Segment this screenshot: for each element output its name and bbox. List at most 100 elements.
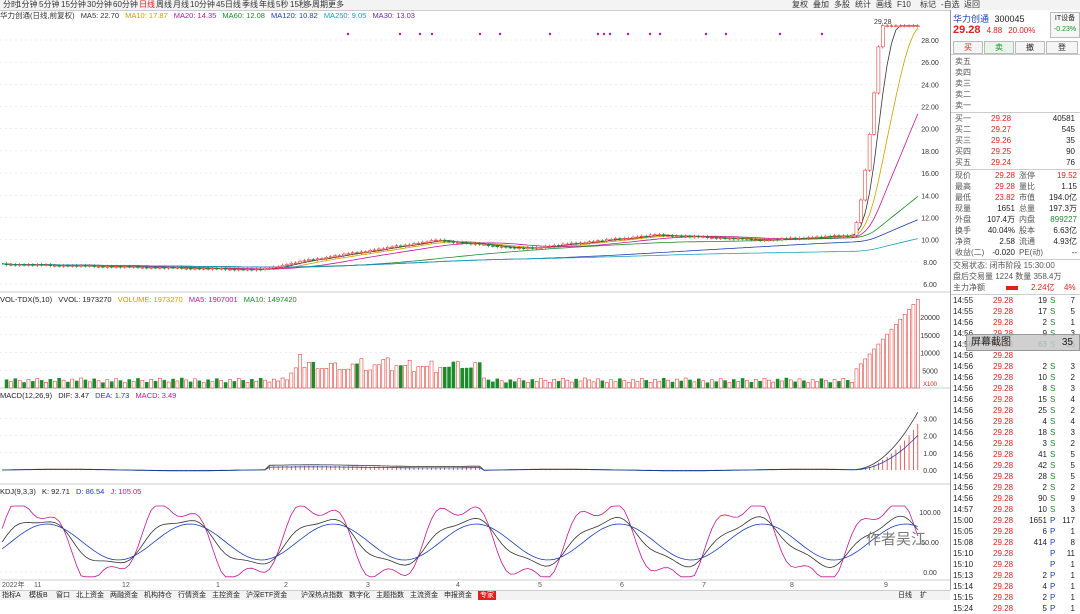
toolbar-tool[interactable]: F10 <box>897 0 911 10</box>
period-tab[interactable]: 60分钟 <box>113 0 138 10</box>
period-tab[interactable]: 月线 <box>173 0 189 10</box>
sell-button[interactable]: 卖 <box>984 41 1014 54</box>
toolbar-tool[interactable]: 多股 <box>834 0 850 10</box>
volume-bar <box>158 377 162 389</box>
signal-dot <box>704 32 708 36</box>
tick-price: 29.28 <box>993 439 1014 448</box>
volume-bar <box>548 382 552 389</box>
x-axis-label: 5 <box>538 582 542 589</box>
toolbar-tool[interactable]: 标记 <box>920 0 936 10</box>
candle-body <box>136 266 140 268</box>
candle-body <box>416 242 421 245</box>
buy-button[interactable]: 买 <box>953 41 983 54</box>
volume-bar <box>342 369 346 389</box>
x-axis-label: 11 <box>34 582 42 589</box>
volume-bar <box>583 377 587 389</box>
volume-bar <box>22 382 26 389</box>
period-tab[interactable]: 更多 <box>328 0 344 10</box>
candle-body <box>166 267 171 269</box>
candle-body <box>184 268 188 270</box>
tick-count: 7 <box>1070 296 1075 305</box>
bid-row[interactable]: 买二 29.27 545 <box>951 125 1080 135</box>
bid-row[interactable]: 买四 29.25 90 <box>951 147 1080 157</box>
login-button[interactable]: 登 <box>1046 41 1078 54</box>
tick-row: 15:05 29.28 6 P 1 <box>951 527 1080 537</box>
volume-bar <box>127 379 132 389</box>
candle-body <box>569 242 574 245</box>
toolbar-tool[interactable]: 画线 <box>876 0 892 10</box>
candle-body <box>399 245 403 247</box>
period-tab[interactable]: 10分钟 <box>190 0 215 10</box>
stock-name[interactable]: 华力创通 <box>953 14 989 24</box>
volume-bar <box>740 378 745 389</box>
volume-bar <box>644 380 648 389</box>
volume-bar <box>57 377 61 389</box>
volume-bar <box>250 379 254 389</box>
y-tick-label: 6.00 <box>923 282 937 289</box>
main-legend: 华力创通(日线,前复权) MA5: 22.70 MA10: 17.87 MA20… <box>0 11 419 21</box>
tick-row: 15:00 29.28 1651 P 117 <box>951 516 1080 526</box>
period-tab[interactable]: 5分钟 <box>39 0 59 10</box>
bid-row[interactable]: 买三 29.26 35 <box>951 136 1080 146</box>
toolbar-tool[interactable]: 复权 <box>792 0 808 10</box>
ask-row[interactable]: 卖五 <box>951 57 1080 67</box>
volume-bar <box>267 381 272 389</box>
bid-row[interactable]: 买一 29.28 40581 <box>951 114 1080 124</box>
tick-price: 29.28 <box>993 549 1014 558</box>
ma-line <box>2 219 918 268</box>
cancel-order-button[interactable]: 撤 <box>1015 41 1045 54</box>
volume-bar <box>574 378 578 389</box>
candle-body <box>280 264 285 267</box>
stat-label: 涨停 <box>1019 171 1035 180</box>
candle-body <box>767 239 771 241</box>
period-tab[interactable]: 周线 <box>156 0 172 10</box>
candle-body <box>223 268 228 270</box>
period-tab[interactable]: 季线 <box>242 0 258 10</box>
ask-row[interactable]: 卖三 <box>951 79 1080 89</box>
stat-value: 29.28 <box>994 171 1015 180</box>
period-tab[interactable]: 年线 <box>259 0 275 10</box>
volume-bar <box>372 364 377 389</box>
bid-row[interactable]: 买五 29.24 76 <box>951 158 1080 168</box>
volume-bar <box>863 358 868 389</box>
candle-body <box>889 25 894 27</box>
x-axis-label: 8 <box>790 582 794 589</box>
volume-bar <box>723 380 727 389</box>
candle-body <box>626 238 631 240</box>
candle-body <box>66 265 70 267</box>
candle-body <box>350 252 355 254</box>
signal-dot <box>498 32 502 36</box>
volume-bar <box>39 380 44 389</box>
period-tab[interactable]: 1分钟 <box>17 0 37 10</box>
period-tab[interactable]: 45日线 <box>216 0 241 10</box>
candle-body <box>578 242 583 244</box>
volume-bar <box>705 382 710 389</box>
ask-row[interactable]: 卖二 <box>951 90 1080 100</box>
period-tab[interactable]: 5秒 <box>276 0 288 10</box>
toolbar-tool[interactable]: -自选 <box>941 0 960 10</box>
volume-bar <box>381 359 386 389</box>
volume-bar <box>815 381 819 389</box>
vol-title: VOL-TDX(5,10) <box>0 295 53 304</box>
k-label: K: 92.71 <box>41 487 70 496</box>
ask-row[interactable]: 卖一 <box>951 101 1080 111</box>
volume-bar <box>701 380 705 389</box>
candle-body <box>745 238 749 240</box>
period-tab[interactable]: 30分钟 <box>87 0 112 10</box>
period-tab[interactable]: 多周期 <box>304 0 328 10</box>
toolbar-tool[interactable]: 返回 <box>964 0 980 10</box>
toolbar-tool[interactable]: 叠加 <box>813 0 829 10</box>
candle-body <box>561 243 565 246</box>
ask-row[interactable]: 卖四 <box>951 68 1080 78</box>
candle-body <box>381 248 386 250</box>
sector-badge[interactable]: IT设备 -0.23% <box>1050 12 1080 38</box>
period-tab[interactable]: 15分钟 <box>61 0 86 10</box>
volume-bar <box>578 380 583 389</box>
period-tab[interactable]: 日线 <box>139 0 155 10</box>
tick-row: 14:55 29.28 19 S 7 <box>951 296 1080 306</box>
toolbar-tool[interactable]: 统计 <box>855 0 871 10</box>
chart-area[interactable]: 28.00 26.00 24.00 22.00 20.00 18.00 16.00 14.00… <box>0 10 951 590</box>
candle-body <box>302 260 307 262</box>
volume-bar <box>521 380 526 389</box>
tick-row: 15:24 29.28 5 P 1 <box>951 604 1080 614</box>
